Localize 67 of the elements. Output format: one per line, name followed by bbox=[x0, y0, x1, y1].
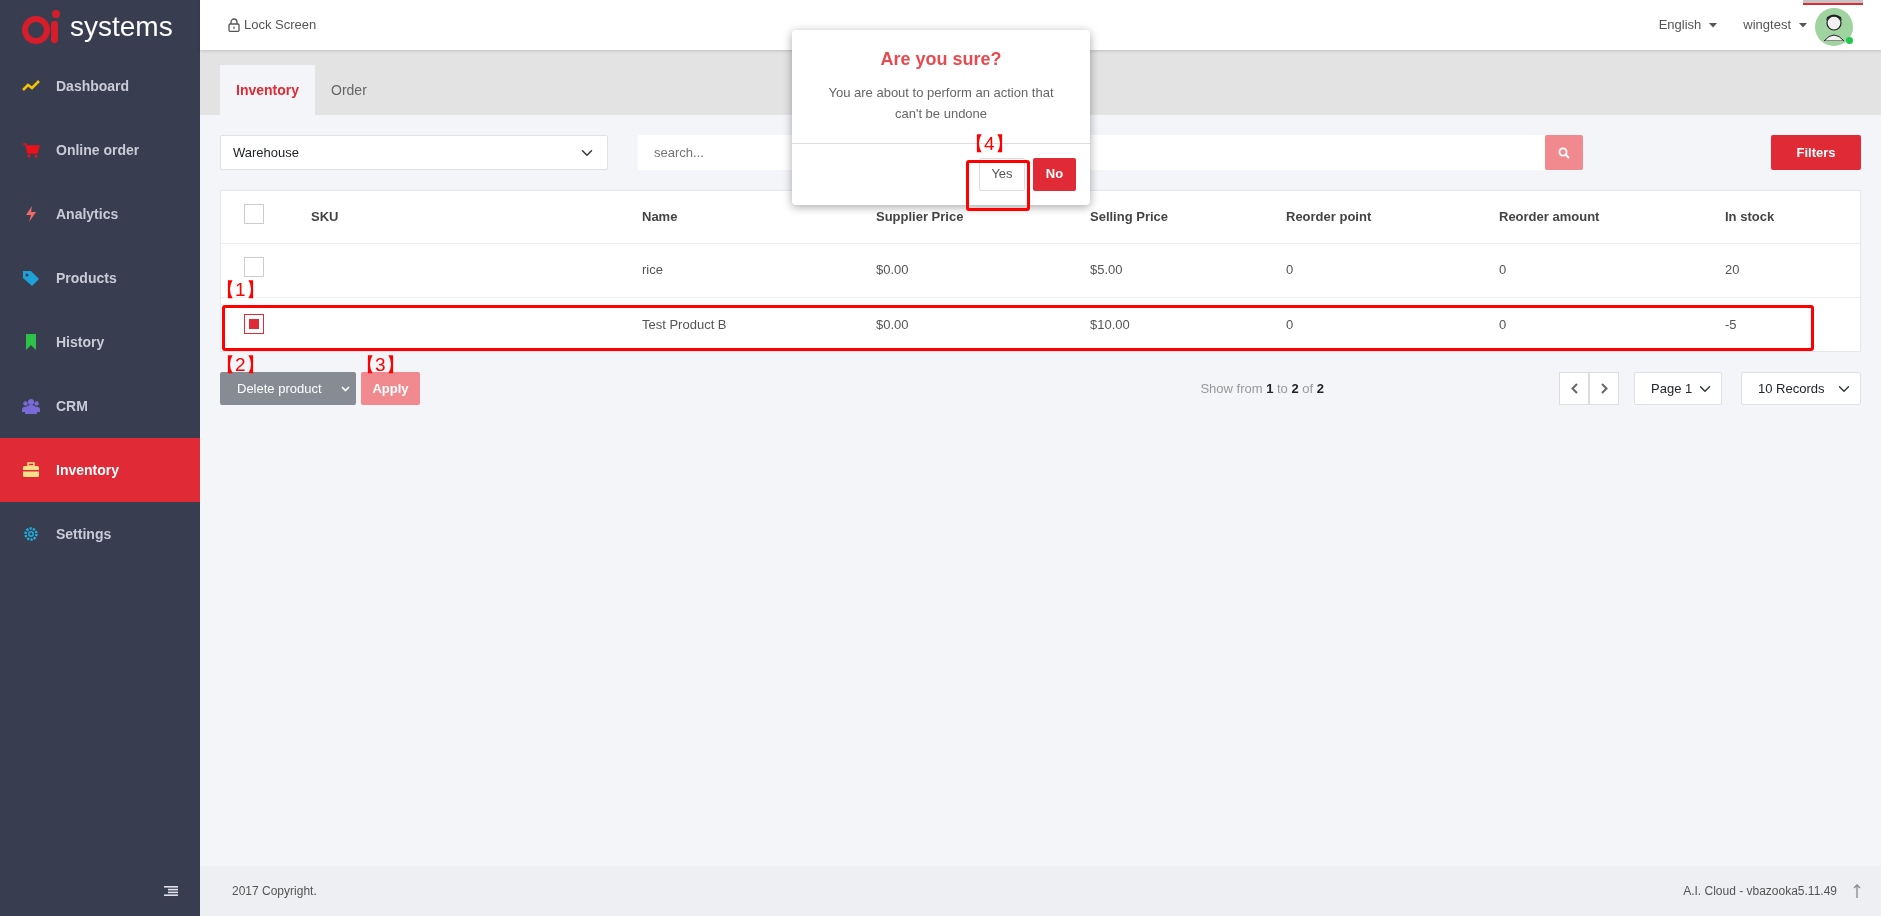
annotation-label: 【4】 bbox=[965, 134, 1014, 153]
table-cell: 0 bbox=[1499, 262, 1507, 278]
menu-icon[interactable] bbox=[164, 886, 178, 896]
chevron-left-icon bbox=[1570, 383, 1578, 394]
table-cell: $0.00 bbox=[876, 262, 909, 278]
annotation-label: 【1】 bbox=[216, 280, 265, 299]
arrow-up-icon[interactable] bbox=[1853, 884, 1861, 898]
column-header: Name bbox=[642, 209, 678, 224]
version-text: A.I. Cloud - vbazooka5.11.49 bbox=[1683, 883, 1837, 900]
sidebar-item[interactable]: CRM bbox=[0, 374, 200, 438]
table-cell: 0 bbox=[1499, 316, 1507, 332]
column-header: Reorder point bbox=[1286, 209, 1372, 224]
annotation-label: 【3】 bbox=[356, 355, 405, 374]
sidebar-item[interactable]: History bbox=[0, 310, 200, 374]
sidebar-item[interactable]: Products bbox=[0, 246, 200, 310]
column-header: Selling Price bbox=[1090, 209, 1169, 224]
copyright-text: 2017 Copyright. bbox=[232, 883, 317, 900]
pagination-summary: Show from 1 to 2 of 2 bbox=[1200, 379, 1324, 398]
tab[interactable]: Inventory bbox=[220, 65, 315, 115]
search-icon bbox=[1558, 146, 1570, 159]
table-cell: -5 bbox=[1725, 316, 1737, 332]
bulk-action-select[interactable]: Delete product bbox=[220, 372, 356, 405]
column-header: Reorder amount bbox=[1499, 209, 1600, 224]
row-checkbox[interactable] bbox=[244, 314, 264, 334]
lock-icon bbox=[228, 18, 240, 32]
table-cell: $5.00 bbox=[1090, 262, 1123, 278]
dialog-title: Are you sure? bbox=[879, 48, 1003, 71]
records-select[interactable]: 10 Records bbox=[1741, 372, 1861, 405]
table-cell: $10.00 bbox=[1090, 316, 1130, 332]
sidebar-item[interactable]: Inventory bbox=[0, 438, 200, 502]
table-cell: rice bbox=[642, 262, 663, 278]
table-cell: $0.00 bbox=[876, 316, 909, 332]
avatar[interactable] bbox=[1815, 8, 1853, 46]
sidebar-item[interactable]: Analytics bbox=[0, 182, 200, 246]
dialog-message: You are about to perform an action that can't be undone bbox=[827, 84, 1055, 123]
person-icon bbox=[1822, 13, 1846, 41]
annotation-label: 【2】 bbox=[216, 355, 265, 374]
table-cell: 20 bbox=[1725, 262, 1740, 278]
chevron-down-icon bbox=[341, 386, 350, 392]
row-checkbox[interactable] bbox=[244, 257, 264, 278]
language-dropdown[interactable]: English bbox=[1658, 15, 1718, 35]
top-strip bbox=[1803, 0, 1863, 5]
table-cell: 0 bbox=[1286, 316, 1294, 332]
logo-text: systems bbox=[70, 13, 173, 41]
column-header: In stock bbox=[1725, 209, 1775, 224]
sidebar-item[interactable]: Dashboard bbox=[0, 54, 200, 118]
filters-button[interactable]: Filters bbox=[1771, 135, 1861, 170]
search-button[interactable] bbox=[1545, 135, 1583, 170]
page-select[interactable]: Page 1 bbox=[1634, 372, 1722, 405]
user-dropdown[interactable]: wingtest bbox=[1743, 15, 1807, 35]
warehouse-select[interactable]: Warehouse bbox=[220, 135, 608, 170]
tab[interactable]: Order bbox=[315, 65, 383, 115]
next-page-button[interactable] bbox=[1589, 372, 1619, 405]
caret-icon bbox=[1799, 22, 1807, 28]
sidebar-item[interactable]: Settings bbox=[0, 502, 200, 566]
select-all-checkbox[interactable] bbox=[244, 204, 264, 224]
yes-button[interactable]: Yes bbox=[979, 157, 1025, 191]
table-cell: 0 bbox=[1286, 262, 1294, 278]
previous-page-button[interactable] bbox=[1559, 372, 1589, 405]
column-header: Supplier Price bbox=[876, 209, 964, 224]
caret-icon bbox=[1709, 22, 1718, 28]
table-cell: Test Product B bbox=[642, 316, 727, 332]
no-button[interactable]: No bbox=[1033, 157, 1076, 191]
chevron-right-icon bbox=[1600, 383, 1608, 394]
lock-screen-link[interactable]: Lock Screen bbox=[228, 15, 317, 35]
sidebar-item[interactable]: Online order bbox=[0, 118, 200, 182]
column-header: SKU bbox=[311, 209, 339, 224]
